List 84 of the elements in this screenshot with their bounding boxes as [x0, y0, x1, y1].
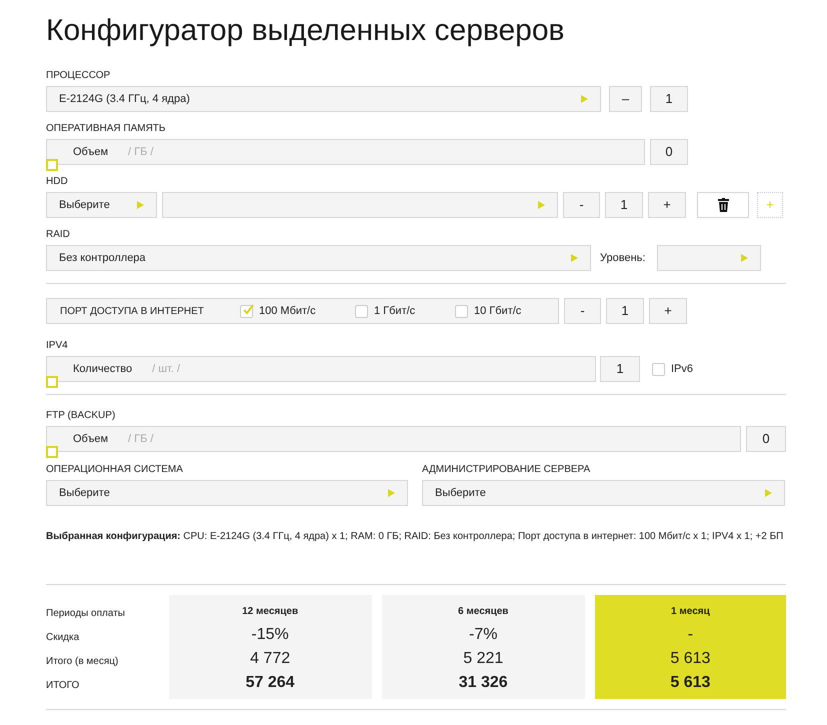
select-value: E-2124G (3.4 ГГц, 4 ядра) — [59, 92, 190, 107]
discount-value: - — [688, 625, 694, 645]
section-label: ПРОЦЕССОР — [46, 70, 112, 82]
discount-value: -7% — [469, 625, 498, 645]
admin-select[interactable]: Выберите — [422, 480, 785, 506]
monthly-price: 5 613 — [670, 649, 710, 669]
period-column[interactable]: 1 месяц - 5 613 5 613 — [594, 595, 786, 699]
os-select[interactable]: Выберите — [46, 480, 408, 506]
triangle-icon — [137, 201, 144, 209]
checkbox[interactable] — [652, 362, 665, 376]
count-field[interactable]: 1 — [650, 86, 688, 112]
option-label: 100 Мбит/с — [259, 304, 316, 319]
triangle-icon — [571, 254, 578, 262]
field-label: Уровень: — [600, 250, 646, 266]
field-label: Объем — [73, 144, 108, 160]
delete-button[interactable] — [697, 192, 749, 218]
speed-option[interactable]: 10 Гбит/с — [455, 302, 555, 320]
checkbox[interactable] — [355, 304, 368, 318]
total-price: 5 613 — [670, 673, 710, 693]
minus-button[interactable]: – — [609, 86, 642, 112]
hdd-type-select[interactable]: Выберите — [46, 192, 157, 218]
trash-icon — [718, 198, 728, 212]
select-value: Выберите — [59, 486, 110, 501]
triangle-icon — [538, 201, 545, 209]
select-value: Без контроллера — [59, 250, 146, 266]
checkbox[interactable] — [240, 304, 253, 318]
speed-option[interactable]: 100 Мбит/с — [240, 302, 355, 320]
section-label: FTP (BACKUP) — [46, 410, 116, 422]
section-label: ОПЕРАТИВНАЯ ПАМЯТЬ — [46, 123, 166, 135]
monthly-price: 4 772 — [250, 649, 290, 669]
raid-select[interactable]: Без контроллера — [46, 245, 591, 271]
unit-label: / ГБ / — [128, 432, 154, 447]
hdd-model-select[interactable] — [162, 192, 558, 218]
field-label: Объем — [73, 432, 108, 447]
ipv6-option[interactable]: IPv6 — [652, 356, 694, 382]
section-label: IPV4 — [46, 340, 69, 352]
section-label: ОПЕРАЦИОННАЯ СИСТЕМА — [46, 464, 184, 476]
row-label: ИТОГО — [46, 678, 80, 692]
speed-option[interactable]: 1 Гбит/с — [355, 302, 455, 320]
period-title: 6 месяцев — [458, 604, 508, 618]
count-field[interactable]: 1 — [600, 356, 640, 382]
total-price: 57 264 — [246, 673, 295, 693]
period-title: 1 месяц — [671, 604, 710, 618]
minus-button[interactable]: - — [564, 298, 601, 324]
row-label: Периоды оплаты — [46, 606, 126, 620]
count-field[interactable]: 1 — [606, 298, 644, 324]
unit-label: / ГБ / — [128, 144, 154, 160]
section-label: RAID — [46, 229, 71, 241]
select-value: Выберите — [435, 486, 486, 501]
field-label: Количество — [73, 362, 132, 377]
processor-select[interactable]: E-2124G (3.4 ГГц, 4 ядра) — [46, 86, 601, 112]
slider-thumb[interactable] — [46, 159, 58, 171]
triangle-icon — [765, 489, 772, 497]
configuration-summary: Выбранная конфигурация: CPU: E-2124G (3.4 ГГц, 4 ядра) x 1; RAM: 0 ГБ; RAID: Без контроллера; Порт доступа в интернет: 100 Мбит/с x 1; IPV4 x 1; +2 БП — [46, 530, 784, 544]
period-column[interactable]: 12 месяцев -15% 4 772 57 264 — [168, 595, 372, 699]
plus-button[interactable]: + — [649, 298, 687, 324]
triangle-icon — [388, 489, 395, 497]
plus-button[interactable]: + — [648, 192, 686, 218]
slider-thumb[interactable] — [46, 446, 58, 458]
monthly-price: 5 221 — [463, 649, 504, 669]
total-price: 31 326 — [458, 673, 508, 693]
option-label: IPv6 — [671, 362, 694, 377]
discount-value: -15% — [251, 625, 289, 645]
unit-label: / шт. / — [152, 362, 180, 377]
page-title: Конфигуратор выделенных серверов — [46, 13, 566, 49]
period-column[interactable]: 6 месяцев -7% 5 221 31 326 — [382, 595, 585, 699]
triangle-icon — [581, 95, 588, 103]
count-field[interactable]: 1 — [605, 192, 643, 218]
select-value: Выберите — [59, 198, 110, 213]
raid-level-select[interactable] — [657, 245, 761, 271]
section-label: HDD — [46, 176, 69, 188]
row-label: Итого (в месяц) — [46, 654, 120, 668]
minus-button[interactable]: - — [563, 192, 600, 218]
row-label: Скидка — [46, 630, 80, 644]
section-label: АДМИНИСТРИРОВАНИЕ СЕРВЕРА — [422, 464, 592, 476]
option-label: 10 Гбит/с — [474, 304, 522, 319]
panel-label: ПОРТ ДОСТУПА В ИНТЕРНЕТ — [60, 304, 205, 318]
option-label: 1 Гбит/с — [374, 304, 416, 319]
checkbox[interactable] — [455, 304, 468, 318]
slider-thumb[interactable] — [46, 376, 58, 388]
count-field[interactable]: 0 — [746, 426, 786, 452]
triangle-icon — [741, 254, 748, 262]
count-field[interactable]: 0 — [650, 139, 688, 165]
period-title: 12 месяцев — [242, 604, 298, 618]
